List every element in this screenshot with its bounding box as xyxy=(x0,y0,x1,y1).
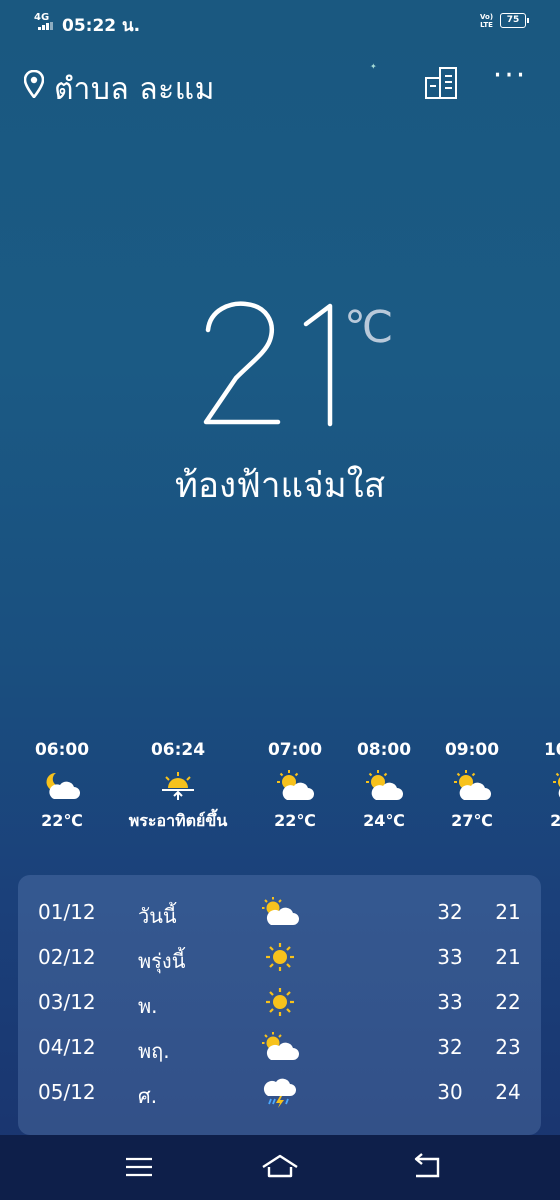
daily-row[interactable]: 01/12 วันนี้ 32 21 xyxy=(18,890,541,935)
daily-day: พ. xyxy=(138,994,158,1018)
daily-day: พฤ. xyxy=(138,1039,170,1063)
hourly-temp: พระอาทิตย์ขึ้น xyxy=(128,811,228,830)
hourly-time: 06:00 xyxy=(34,740,90,760)
city-list-icon[interactable] xyxy=(422,64,462,102)
sun-icon xyxy=(266,988,294,1016)
daily-low: 23 xyxy=(495,1035,521,1059)
back-icon[interactable] xyxy=(410,1152,444,1182)
daily-high: 33 xyxy=(437,990,463,1014)
daily-high: 32 xyxy=(437,1035,463,1059)
daily-date: 02/12 xyxy=(38,945,96,969)
thunderstorm-icon xyxy=(263,1078,296,1108)
hourly-time: 10:00 xyxy=(543,740,560,760)
daily-date: 01/12 xyxy=(38,900,96,924)
status-bar: 4G 05:22 น. Vo) LTE 75 xyxy=(0,0,560,44)
daily-low: 22 xyxy=(495,990,521,1014)
volte-top-label: Vo) xyxy=(480,13,494,21)
location-title[interactable]: ตำบล ละแม xyxy=(54,66,215,113)
daily-low: 21 xyxy=(495,945,521,969)
volte-icon: Vo) LTE xyxy=(480,13,493,29)
hourly-item: 10:00 28℃ xyxy=(506,735,560,837)
daily-date: 05/12 xyxy=(38,1080,96,1104)
hourly-temp: 28℃ xyxy=(550,811,560,830)
daily-row[interactable]: 05/12 ศ. 30 24 xyxy=(18,1070,541,1115)
signal-icon xyxy=(38,22,54,30)
daily-date: 04/12 xyxy=(38,1035,96,1059)
hourly-time: 06:24 xyxy=(150,740,206,760)
daily-high: 32 xyxy=(437,900,463,924)
daily-high: 30 xyxy=(437,1080,463,1104)
hourly-temp: 22℃ xyxy=(41,811,83,830)
hourly-item: 06:00 22℃ xyxy=(0,735,127,837)
temperature-unit: ℃ xyxy=(344,302,394,353)
sunrise-icon xyxy=(113,765,243,807)
daily-day: วันนี้ xyxy=(138,904,177,928)
current-temperature xyxy=(203,301,333,427)
home-icon[interactable] xyxy=(260,1152,300,1182)
sun-cloud-icon xyxy=(506,765,560,807)
daily-row[interactable]: 02/12 พรุ่งนี้ 33 21 xyxy=(18,935,541,980)
sun-icon xyxy=(266,943,294,971)
daily-row[interactable]: 03/12 พ. 33 22 xyxy=(18,980,541,1025)
hourly-item: 06:24 พระอาทิตย์ขึ้น xyxy=(113,735,243,837)
volte-bottom-label: LTE xyxy=(480,21,493,29)
menu-icon[interactable] xyxy=(124,1155,154,1179)
hourly-forecast[interactable]: 06:00 22℃ 06:24 พระอาทิตย์ขึ้น 07:00 22℃… xyxy=(0,735,560,845)
status-time: 05:22 น. xyxy=(62,16,141,36)
weather-condition: ท้องฟ้าแจ่มใส xyxy=(174,466,386,506)
sun-cloud-icon xyxy=(262,1032,299,1060)
daily-date: 03/12 xyxy=(38,990,96,1014)
moon-cloud-icon xyxy=(0,765,127,807)
daily-low: 21 xyxy=(495,900,521,924)
daily-forecast[interactable]: 01/12 วันนี้ 32 21 02/12 พรุ่งนี้ 33 21 … xyxy=(18,875,541,1135)
daily-day: ศ. xyxy=(138,1084,158,1108)
map-pin-icon xyxy=(24,70,44,98)
more-dots-icon[interactable]: ··· xyxy=(488,61,532,100)
daily-day: พรุ่งนี้ xyxy=(138,949,186,973)
daily-row[interactable]: 04/12 พฤ. 32 23 xyxy=(18,1025,541,1070)
sparkle-decoration: ✦ xyxy=(370,62,377,71)
daily-high: 33 xyxy=(437,945,463,969)
battery-icon: 75 xyxy=(500,13,529,28)
sun-cloud-icon xyxy=(262,897,299,925)
daily-low: 24 xyxy=(495,1080,521,1104)
